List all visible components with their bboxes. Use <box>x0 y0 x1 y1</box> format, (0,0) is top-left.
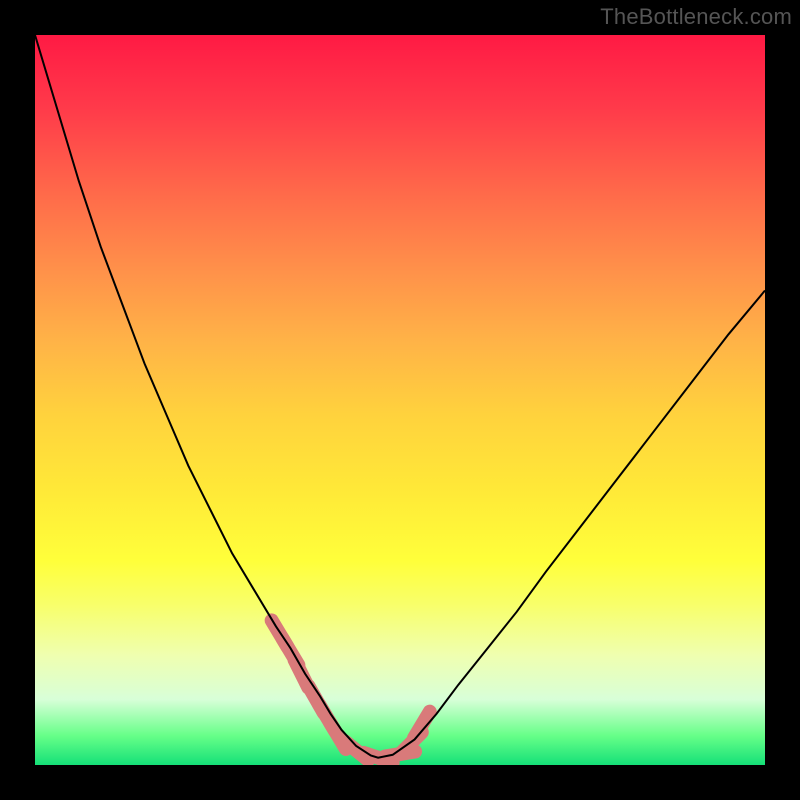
chart-svg <box>35 35 765 765</box>
chart-area <box>35 35 765 765</box>
curve-series <box>35 35 765 758</box>
watermark-text: TheBottleneck.com <box>600 4 792 30</box>
